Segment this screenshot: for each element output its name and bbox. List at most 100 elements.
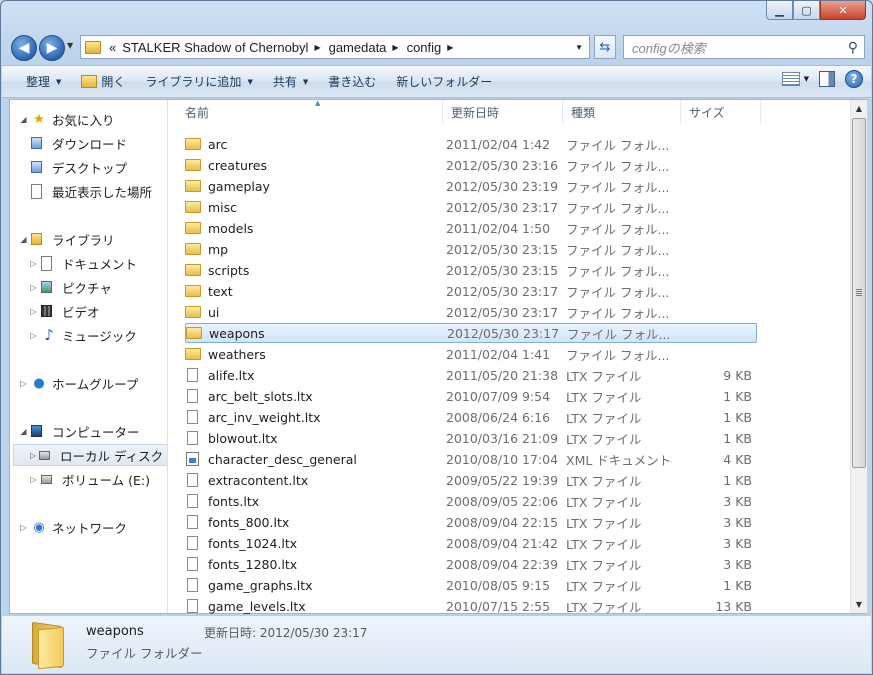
nav-local-disk[interactable]: ▷ ローカル ディスク ( <box>13 444 167 466</box>
nav-favorites[interactable]: ◢ ★ お気に入り <box>18 108 114 130</box>
file-icon <box>187 368 198 382</box>
open-folder-icon <box>81 75 98 88</box>
column-label: 更新日時 <box>451 105 500 120</box>
column-label: サイズ <box>689 105 725 120</box>
file-size: 1 KB <box>723 577 752 593</box>
chevron-right-icon[interactable]: ▶ <box>447 43 453 52</box>
help-icon[interactable]: ? <box>845 70 863 88</box>
breadcrumb-overflow[interactable]: « <box>109 40 116 55</box>
expand-triangle-icon[interactable]: ◢ <box>18 115 29 124</box>
file-name: creatures <box>208 157 267 173</box>
nav-homegroup[interactable]: ▷ ● ホームグループ <box>18 372 138 394</box>
file-size: 1 KB <box>723 430 752 446</box>
new-folder-button[interactable]: 新しいフォルダー <box>386 66 502 97</box>
file-row[interactable]: fonts_1280.ltx 2008/09/04 22:39 LTX ファイル 3 … <box>185 554 757 574</box>
search-icon[interactable]: ⚲ <box>848 39 858 56</box>
folder-row[interactable]: creatures 2012/05/30 23:16 ファイル フォル... <box>185 155 757 175</box>
file-row[interactable]: game_levels.ltx 2010/07/15 2:55 LTX ファイル 13… <box>185 596 757 616</box>
collapse-triangle-icon[interactable]: ▷ <box>28 475 39 484</box>
nav-network[interactable]: ▷ ◉ ネットワーク <box>18 516 127 538</box>
nav-videos[interactable]: ▷ ビデオ <box>28 300 99 322</box>
collapse-triangle-icon[interactable]: ▷ <box>18 523 29 532</box>
file-type: XML ドキュメント <box>566 452 672 468</box>
back-button[interactable]: ◀ <box>11 35 37 61</box>
maximize-button[interactable]: ▢ <box>793 1 820 20</box>
collapse-triangle-icon[interactable]: ▷ <box>28 331 39 340</box>
folder-row[interactable]: ui 2012/05/30 23:17 ファイル フォル... <box>185 302 757 322</box>
breadcrumb-config[interactable]: config <box>407 40 442 55</box>
folder-row[interactable]: models 2011/02/04 1:50 ファイル フォル... <box>185 218 757 238</box>
minimize-button[interactable]: ▁ <box>766 1 793 20</box>
file-name: character_desc_general <box>208 451 357 467</box>
column-header-type[interactable]: 種類 <box>563 100 681 124</box>
nav-desktop[interactable]: デスクトップ <box>31 156 127 178</box>
nav-downloads[interactable]: ダウンロード <box>31 132 127 154</box>
close-button[interactable]: ✕ <box>820 1 866 20</box>
refresh-button[interactable]: ⇆ <box>594 35 616 59</box>
share-button[interactable]: 共有 ▼ <box>263 66 318 97</box>
file-row[interactable]: arc_belt_slots.ltx 2010/07/09 9:54 LTX ファイ… <box>185 386 757 406</box>
recent-pages-dropdown[interactable]: ▼ <box>67 41 73 50</box>
vertical-scrollbar[interactable]: ▲ ▼ <box>850 100 867 613</box>
folder-row[interactable]: scripts 2012/05/30 23:15 ファイル フォル... <box>185 260 757 280</box>
preview-pane-icon[interactable] <box>819 71 835 87</box>
folder-icon <box>185 243 201 255</box>
scroll-thumb[interactable] <box>852 118 866 468</box>
chevron-right-icon[interactable]: ▶ <box>392 43 398 52</box>
include-library-button[interactable]: ライブラリに追加 ▼ <box>135 66 262 97</box>
view-options-icon[interactable] <box>781 72 800 86</box>
folder-row[interactable]: weapons 2012/05/30 23:17 ファイル フォル... <box>185 323 757 343</box>
file-size: 3 KB <box>723 514 752 530</box>
file-row[interactable]: game_graphs.ltx 2010/08/05 9:15 LTX ファイル 1 … <box>185 575 757 595</box>
folder-row[interactable]: text 2012/05/30 23:17 ファイル フォル... <box>185 281 757 301</box>
star-icon: ★ <box>33 111 45 127</box>
scroll-up-icon[interactable]: ▲ <box>851 100 867 117</box>
folder-row[interactable]: mp 2012/05/30 23:15 ファイル フォル... <box>185 239 757 259</box>
scroll-down-icon[interactable]: ▼ <box>851 596 867 613</box>
chevron-down-icon[interactable]: ▼ <box>575 43 583 52</box>
nav-recent[interactable]: 最近表示した場所 <box>31 180 152 202</box>
chevron-right-icon[interactable]: ▶ <box>314 43 320 52</box>
file-name: models <box>208 220 254 236</box>
navigation-pane[interactable]: ◢ ★ お気に入り ダウンロード デスクトップ 最近表示した場所 ◢ ライブラリ <box>10 100 168 613</box>
search-input[interactable]: configの検索 ⚲ <box>623 35 865 59</box>
open-button[interactable]: 開く <box>71 66 135 97</box>
file-row[interactable]: arc_inv_weight.ltx 2008/06/24 6:16 LTX ファイ… <box>185 407 757 427</box>
expand-triangle-icon[interactable]: ◢ <box>18 235 29 244</box>
collapse-triangle-icon[interactable]: ▷ <box>29 451 37 460</box>
expand-triangle-icon[interactable]: ◢ <box>18 427 29 436</box>
nav-volume-e[interactable]: ▷ ボリューム (E:) <box>28 468 150 490</box>
collapse-triangle-icon[interactable]: ▷ <box>28 259 39 268</box>
breadcrumb-stalker[interactable]: STALKER Shadow of Chernobyl <box>122 40 308 55</box>
nav-computer[interactable]: ◢ コンピューター <box>18 420 139 442</box>
collapse-triangle-icon[interactable]: ▷ <box>28 283 39 292</box>
folder-row[interactable]: weathers 2011/02/04 1:41 ファイル フォル... <box>185 344 757 364</box>
nav-music[interactable]: ▷ ♪ ミュージック <box>28 324 136 346</box>
address-bar[interactable]: « STALKER Shadow of Chernobyl ▶ gamedata… <box>80 35 590 59</box>
breadcrumb-gamedata[interactable]: gamedata <box>329 40 387 55</box>
folder-row[interactable]: gameplay 2012/05/30 23:19 ファイル フォル... <box>185 176 757 196</box>
folder-row[interactable]: misc 2012/05/30 23:17 ファイル フォル... <box>185 197 757 217</box>
file-row[interactable]: fonts_800.ltx 2008/09/04 22:15 LTX ファイル 3 K… <box>185 512 757 532</box>
forward-button[interactable]: ▶ <box>39 35 65 61</box>
column-header-name[interactable]: 名前 ▲ <box>177 99 443 124</box>
chevron-down-icon[interactable]: ▼ <box>804 75 809 83</box>
nav-pictures[interactable]: ▷ ピクチャ <box>28 276 111 298</box>
file-row[interactable]: blowout.ltx 2010/03/16 21:09 LTX ファイル 1 KB <box>185 428 757 448</box>
organize-button[interactable]: 整理 ▼ <box>2 66 71 97</box>
file-list[interactable]: 名前 ▲ 更新日時 種類 サイズ arc 2011/02/04 1:42 ファイル … <box>169 99 850 616</box>
file-row[interactable]: extracontent.ltx 2009/05/22 19:39 LTX ファイル… <box>185 470 757 490</box>
file-row[interactable]: alife.ltx 2011/05/20 21:38 LTX ファイル 9 KB <box>185 365 757 385</box>
column-header-size[interactable]: サイズ <box>681 100 761 124</box>
burn-button[interactable]: 書き込む <box>318 66 386 97</box>
file-row[interactable]: character_desc_general 2010/08/10 17:04 XM… <box>185 449 757 469</box>
nav-documents[interactable]: ▷ ドキュメント <box>28 252 137 274</box>
folder-row[interactable]: arc 2011/02/04 1:42 ファイル フォル... <box>185 134 757 154</box>
column-header-date[interactable]: 更新日時 <box>443 100 563 124</box>
file-row[interactable]: fonts_1024.ltx 2008/09/04 21:42 LTX ファイル 3 … <box>185 533 757 553</box>
file-name: blowout.ltx <box>208 430 278 446</box>
nav-libraries[interactable]: ◢ ライブラリ <box>18 228 114 250</box>
collapse-triangle-icon[interactable]: ▷ <box>28 307 39 316</box>
file-row[interactable]: fonts.ltx 2008/09/05 22:06 LTX ファイル 3 KB <box>185 491 757 511</box>
collapse-triangle-icon[interactable]: ▷ <box>18 379 29 388</box>
